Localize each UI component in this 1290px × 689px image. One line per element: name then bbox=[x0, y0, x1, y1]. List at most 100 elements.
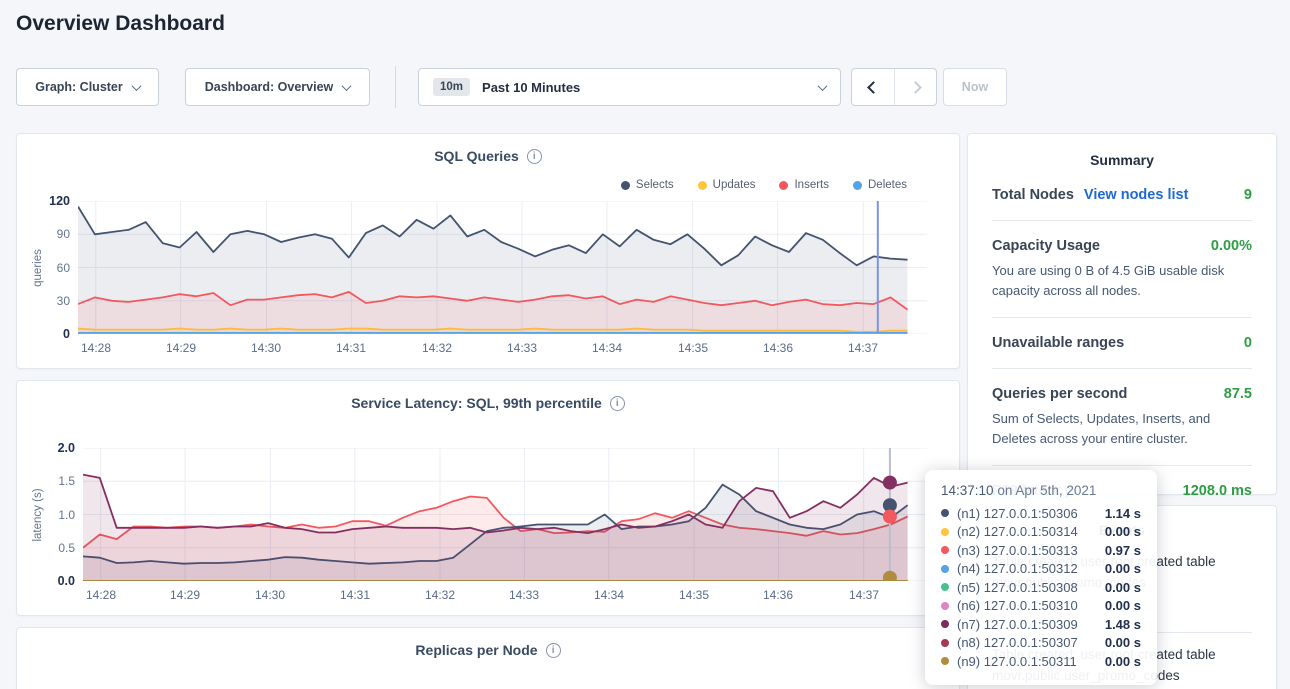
graph-dropdown-label: Graph: Cluster bbox=[35, 80, 123, 94]
sql-queries-panel: SQL Queries i Selects Updates Inserts De… bbox=[16, 133, 960, 369]
tooltip-node-row: (n8) 127.0.0.1:50307 0.00 s bbox=[941, 634, 1141, 653]
time-range-picker[interactable]: 10m Past 10 Minutes bbox=[418, 68, 841, 106]
node-latency-value: 0.97 s bbox=[1105, 543, 1141, 558]
summary-rows: Total Nodes View nodes list 9 Capacity U… bbox=[968, 170, 1276, 516]
node-color-dot-icon bbox=[941, 565, 949, 573]
x-tick-label: 14:33 bbox=[498, 341, 546, 355]
x-tick-label: 14:36 bbox=[754, 588, 802, 602]
node-address: (n5) 127.0.0.1:50308 bbox=[957, 580, 1078, 595]
y-tick-label: 90 bbox=[30, 227, 70, 241]
x-tick-label: 14:35 bbox=[669, 341, 717, 355]
dashboard-dropdown-label: Dashboard: Overview bbox=[205, 80, 334, 94]
page-title: Overview Dashboard bbox=[16, 12, 225, 36]
view-nodes-list-link[interactable]: View nodes list bbox=[1084, 187, 1189, 203]
chevron-left-icon bbox=[867, 81, 880, 94]
summary-value: 0 bbox=[1244, 335, 1252, 351]
node-latency-value: 0.00 s bbox=[1105, 561, 1141, 576]
chevron-down-icon bbox=[342, 81, 352, 91]
node-address: (n1) 127.0.0.1:50306 bbox=[957, 506, 1078, 521]
x-tick-label: 14:29 bbox=[161, 588, 209, 602]
x-tick-label: 14:31 bbox=[331, 588, 379, 602]
y-axis-title: latency (s) bbox=[32, 488, 44, 541]
node-latency-value: 1.14 s bbox=[1105, 506, 1141, 521]
summary-label: Unavailable ranges bbox=[992, 335, 1124, 351]
node-latency-value: 0.00 s bbox=[1105, 524, 1141, 539]
service-latency-chart[interactable]: 0.00.51.01.52.014:2814:2914:3014:3114:32… bbox=[17, 381, 959, 615]
now-button[interactable]: Now bbox=[943, 68, 1007, 106]
dashboard-toolbar: Graph: Cluster Dashboard: Overview 10m P… bbox=[16, 68, 1007, 106]
node-color-dot-icon bbox=[941, 657, 949, 665]
node-color-dot-icon bbox=[941, 639, 949, 647]
tooltip-node-row: (n6) 127.0.0.1:50310 0.00 s bbox=[941, 597, 1141, 616]
summary-subtext: You are using 0 B of 4.5 GiB usable disk… bbox=[992, 261, 1252, 300]
node-color-dot-icon bbox=[941, 509, 949, 517]
summary-value: 87.5 bbox=[1224, 386, 1252, 402]
x-tick-label: 14:37 bbox=[839, 341, 887, 355]
x-tick-label: 14:34 bbox=[583, 341, 631, 355]
summary-row: Unavailable ranges 0 bbox=[992, 318, 1252, 369]
x-tick-label: 14:35 bbox=[670, 588, 718, 602]
overview-dashboard-page: Overview Dashboard Graph: Cluster Dashbo… bbox=[0, 0, 1290, 689]
x-tick-label: 14:34 bbox=[585, 588, 633, 602]
tooltip-node-row: (n5) 127.0.0.1:50308 0.00 s bbox=[941, 578, 1141, 597]
chart-hover-tooltip: 14:37:10 on Apr 5th, 2021 (n1) 127.0.0.1… bbox=[925, 470, 1157, 685]
node-address: (n4) 127.0.0.1:50312 bbox=[957, 561, 1078, 576]
time-next-button[interactable] bbox=[894, 69, 936, 105]
tooltip-node-rows: (n1) 127.0.0.1:50306 1.14 s (n2) 127.0.0… bbox=[941, 504, 1141, 671]
x-tick-label: 14:33 bbox=[500, 588, 548, 602]
x-tick-label: 14:32 bbox=[416, 588, 464, 602]
tooltip-node-row: (n1) 127.0.0.1:50306 1.14 s bbox=[941, 504, 1141, 523]
y-tick-label: 2.0 bbox=[35, 441, 75, 455]
replicas-per-node-panel: Replicas per Node i bbox=[16, 627, 960, 689]
node-address: (n6) 127.0.0.1:50310 bbox=[957, 598, 1078, 613]
dashboard-dropdown[interactable]: Dashboard: Overview bbox=[185, 68, 370, 106]
node-color-dot-icon bbox=[941, 528, 949, 536]
summary-subtext: Sum of Selects, Updates, Inserts, and De… bbox=[992, 409, 1252, 448]
chart-plot[interactable] bbox=[83, 448, 927, 581]
summary-label: Capacity Usage bbox=[992, 238, 1100, 254]
time-range-label: Past 10 Minutes bbox=[482, 80, 580, 95]
graph-dropdown[interactable]: Graph: Cluster bbox=[16, 68, 159, 106]
tooltip-node-row: (n7) 127.0.0.1:50309 1.48 s bbox=[941, 615, 1141, 634]
x-tick-label: 14:29 bbox=[157, 341, 205, 355]
summary-value: 9 bbox=[1244, 187, 1252, 203]
chevron-down-icon bbox=[131, 81, 141, 91]
sql-queries-chart[interactable]: 030609012014:2814:2914:3014:3114:3214:33… bbox=[17, 134, 959, 368]
x-tick-label: 14:30 bbox=[246, 588, 294, 602]
node-address: (n7) 127.0.0.1:50309 bbox=[957, 617, 1078, 632]
tooltip-node-row: (n4) 127.0.0.1:50312 0.00 s bbox=[941, 560, 1141, 579]
y-tick-label: 0.5 bbox=[35, 541, 75, 555]
x-tick-label: 14:36 bbox=[754, 341, 802, 355]
y-tick-label: 30 bbox=[30, 294, 70, 308]
chevron-right-icon bbox=[909, 81, 922, 94]
info-icon[interactable]: i bbox=[546, 643, 561, 658]
summary-row: Capacity Usage 0.00% You are using 0 B o… bbox=[992, 221, 1252, 318]
node-latency-value: 0.00 s bbox=[1105, 654, 1141, 669]
x-tick-label: 14:31 bbox=[327, 341, 375, 355]
node-address: (n8) 127.0.0.1:50307 bbox=[957, 635, 1078, 650]
x-tick-label: 14:32 bbox=[413, 341, 461, 355]
node-latency-value: 1.48 s bbox=[1105, 617, 1141, 632]
summary-value: 0.00% bbox=[1211, 238, 1252, 254]
summary-value: 1208.0 ms bbox=[1183, 483, 1252, 499]
x-tick-label: 14:37 bbox=[840, 588, 888, 602]
node-latency-value: 0.00 s bbox=[1105, 635, 1141, 650]
toolbar-divider bbox=[395, 66, 396, 108]
node-color-dot-icon bbox=[941, 546, 949, 554]
node-color-dot-icon bbox=[941, 620, 949, 628]
y-tick-label: 0 bbox=[30, 327, 70, 341]
time-range-badge: 10m bbox=[433, 78, 470, 96]
tooltip-timestamp: 14:37:10 on Apr 5th, 2021 bbox=[941, 483, 1141, 498]
time-prev-button[interactable] bbox=[852, 69, 894, 105]
node-address: (n2) 127.0.0.1:50314 bbox=[957, 524, 1078, 539]
node-address: (n9) 127.0.0.1:50311 bbox=[957, 654, 1077, 669]
x-tick-label: 14:28 bbox=[72, 341, 120, 355]
summary-title: Summary bbox=[968, 134, 1276, 170]
node-latency-value: 0.00 s bbox=[1105, 580, 1141, 595]
tooltip-node-row: (n9) 127.0.0.1:50311 0.00 s bbox=[941, 652, 1141, 671]
summary-label: Queries per second bbox=[992, 386, 1127, 402]
chevron-down-icon bbox=[818, 81, 828, 91]
chart-plot[interactable] bbox=[78, 201, 927, 334]
tooltip-node-row: (n3) 127.0.0.1:50313 0.97 s bbox=[941, 541, 1141, 560]
node-color-dot-icon bbox=[941, 583, 949, 591]
